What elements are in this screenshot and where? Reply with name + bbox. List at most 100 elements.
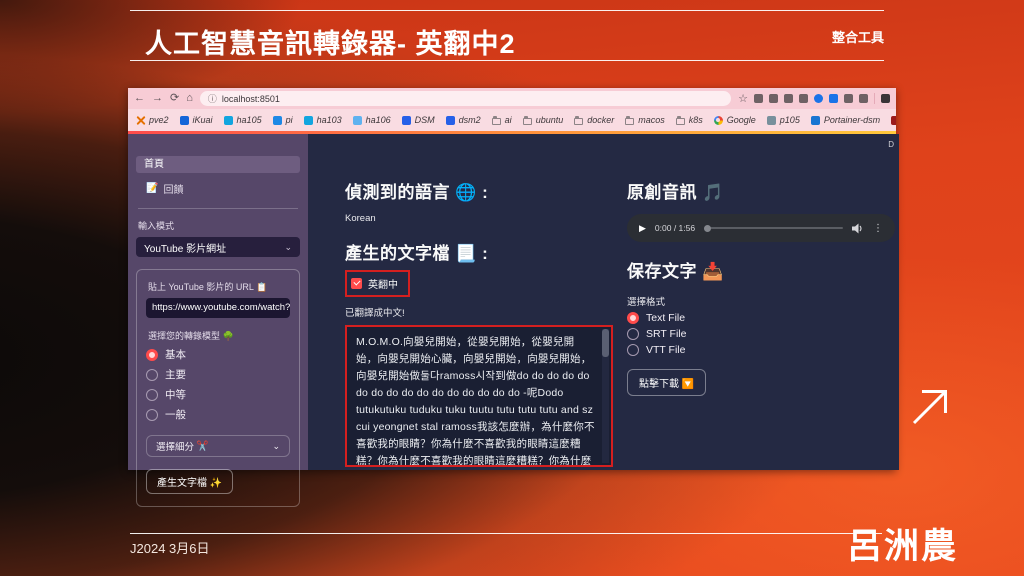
header-bottom-rule (130, 60, 884, 61)
checkbox-checked-icon[interactable] (351, 278, 362, 289)
transcript-heading: 產生的文字檔 📃 : (345, 244, 489, 264)
url-form-group: 貼上 YouTube 影片的 URL 📋 https://www.youtube… (136, 269, 300, 507)
bookmark-item[interactable]: pve2 (136, 115, 169, 125)
bookmark-item[interactable]: ha106 (352, 115, 391, 125)
bookmark-star-icon[interactable]: ☆ (738, 92, 748, 105)
format-option-srt[interactable]: SRT File (627, 328, 895, 340)
bookmark-item[interactable]: k8s (675, 115, 703, 125)
bookmark-item[interactable]: ha105 (223, 115, 262, 125)
audio-player[interactable]: ▶ 0:00 / 1:56 ⋮ (627, 214, 895, 242)
extension-icon[interactable] (799, 94, 808, 103)
model-option-basic[interactable]: 基本 (146, 347, 290, 362)
bookmark-item[interactable]: ha103 (303, 115, 342, 125)
segment-expander[interactable]: 選擇細分 ✂️ ⌄ (146, 435, 290, 457)
bookmark-item[interactable]: Google (713, 115, 756, 125)
app-main: D 偵測到的語言 🌐 : Korean 產生的文字檔 📃 : 英翻中 已翻譯成中… (308, 134, 899, 470)
northeast-arrow-icon (912, 390, 947, 425)
page-icon: 📃 (455, 244, 477, 264)
scrollbar-thumb[interactable] (602, 329, 609, 357)
google-icon (713, 115, 723, 125)
site-info-icon[interactable]: ⓘ (208, 92, 217, 105)
music-note-icon: 🎵 (702, 183, 724, 203)
address-bar[interactable]: ⓘ localhost:8501 (199, 91, 732, 106)
tree-icon: 🌳 (222, 332, 234, 342)
bookmark-item[interactable]: ubuntu (522, 115, 563, 125)
extension-icon[interactable] (769, 94, 778, 103)
toolbar-separator (874, 93, 875, 104)
original-audio-heading: 原創音訊 🎵 (627, 183, 724, 203)
audio-progress-bar[interactable] (704, 224, 843, 232)
bookmark-item[interactable]: Portainer-dsm (810, 115, 880, 125)
radio-icon (627, 312, 639, 324)
bookmark-item[interactable]: pi (272, 115, 293, 125)
radio-icon (627, 344, 639, 356)
bookmark-item[interactable]: macos (625, 115, 665, 125)
extensions-puzzle-icon[interactable] (859, 94, 868, 103)
model-option-general[interactable]: 一般 (146, 407, 290, 422)
detected-language-value: Korean (345, 213, 376, 224)
folder-icon (675, 115, 685, 125)
textarea-scrollbar[interactable] (602, 329, 609, 463)
format-option-vtt[interactable]: VTT File (627, 344, 895, 356)
proxmox-icon (136, 116, 145, 125)
bookmark-item[interactable]: pi Node-RED (891, 115, 896, 125)
bookmark-item[interactable]: docker (574, 115, 614, 125)
kebab-menu-icon[interactable]: ⋮ (873, 223, 883, 234)
input-mode-select[interactable]: YouTube 影片網址 ⌄ (136, 237, 300, 257)
bookmark-item[interactable]: ai (491, 115, 512, 125)
url-text[interactable]: localhost:8501 (222, 94, 280, 104)
dsm-icon (445, 115, 455, 125)
clipboard-icon: 📋 (256, 283, 268, 293)
footer-rule (130, 533, 882, 534)
format-option-text[interactable]: Text File (627, 312, 895, 324)
home-icon[interactable]: ⌂ (186, 93, 193, 104)
side-panel-icon[interactable] (881, 94, 890, 103)
transcript-textarea[interactable]: M.O.M.O.向嬰兒開始，從嬰兒開始，從嬰兒開始，向嬰兒開始心臟，向嬰兒開始，… (347, 327, 611, 465)
sidebar-item-feedback[interactable]: 📝 回饋 (136, 173, 300, 196)
extension-icon[interactable] (814, 94, 823, 103)
feedback-label: 回饋 (163, 185, 184, 196)
translate-checkbox-label[interactable]: 英翻中 (368, 276, 398, 291)
model-select-label: 選擇您的轉錄模型 🌳 (148, 331, 234, 342)
bookmark-item[interactable]: dsm2 (445, 115, 481, 125)
translate-checkbox-annotation: 英翻中 (345, 270, 410, 297)
deploy-menu-hint[interactable]: D (888, 140, 894, 149)
translated-note: 已翻譯成中文! (345, 308, 405, 319)
sidebar-item-home[interactable]: 首頁 (136, 156, 300, 173)
presentation-slide: 人工智慧音訊轉錄器- 英翻中2 整合工具 ← → ⟳ ⌂ ⓘ localhost… (0, 0, 1024, 576)
extension-icon[interactable] (829, 94, 838, 103)
radio-icon (146, 408, 158, 421)
node-red-icon (891, 115, 896, 125)
chevron-down-icon: ⌄ (272, 440, 280, 451)
bookmark-item[interactable]: p105 (766, 115, 800, 125)
bookmarks-bar: pve2 iKuai ha105 pi ha103 ha106 DSM dsm2… (128, 109, 896, 131)
reload-icon[interactable]: ⟳ (170, 93, 179, 104)
extension-icon[interactable] (784, 94, 793, 103)
model-option-medium[interactable]: 中等 (146, 387, 290, 402)
transcript-column: 偵測到的語言 🌐 : Korean 產生的文字檔 📃 : 英翻中 已翻譯成中文!… (345, 178, 613, 470)
back-icon[interactable]: ← (134, 93, 145, 104)
generate-transcript-button[interactable]: 產生文字檔 ✨ (146, 469, 234, 494)
audio-save-column: 原創音訊 🎵 ▶ 0:00 / 1:56 ⋮ 保存文字 📥 選擇格式 Text … (627, 178, 895, 470)
radio-icon (146, 368, 158, 381)
streamlit-app: 首頁 📝 回饋 輸入模式 YouTube 影片網址 ⌄ 貼上 YouTube 影… (128, 134, 899, 507)
app-sidebar: 首頁 📝 回饋 輸入模式 YouTube 影片網址 ⌄ 貼上 YouTube 影… (128, 134, 308, 507)
input-mode-label: 輸入模式 (138, 221, 175, 231)
memo-icon: 📝 (146, 183, 159, 194)
extension-icon[interactable] (844, 94, 853, 103)
dsm-icon (401, 115, 411, 125)
model-option-main[interactable]: 主要 (146, 367, 290, 382)
scissors-icon: ✂️ (196, 440, 209, 452)
bookmark-item[interactable]: iKuai (179, 115, 213, 125)
tool-label: 整合工具 (831, 30, 884, 45)
download-button[interactable]: 點擊下載 🔽 (627, 369, 707, 396)
youtube-url-input[interactable]: https://www.youtube.com/watch?v (146, 298, 290, 318)
volume-icon[interactable] (852, 223, 864, 234)
detected-language-heading: 偵測到的語言 🌐 : (345, 183, 489, 203)
extension-icon[interactable] (754, 94, 763, 103)
plug-icon (766, 115, 776, 125)
play-icon[interactable]: ▶ (639, 223, 646, 234)
bookmark-item[interactable]: DSM (401, 115, 435, 125)
slide-date: J2024 3月6日 (130, 541, 210, 556)
forward-icon[interactable]: → (152, 93, 163, 104)
